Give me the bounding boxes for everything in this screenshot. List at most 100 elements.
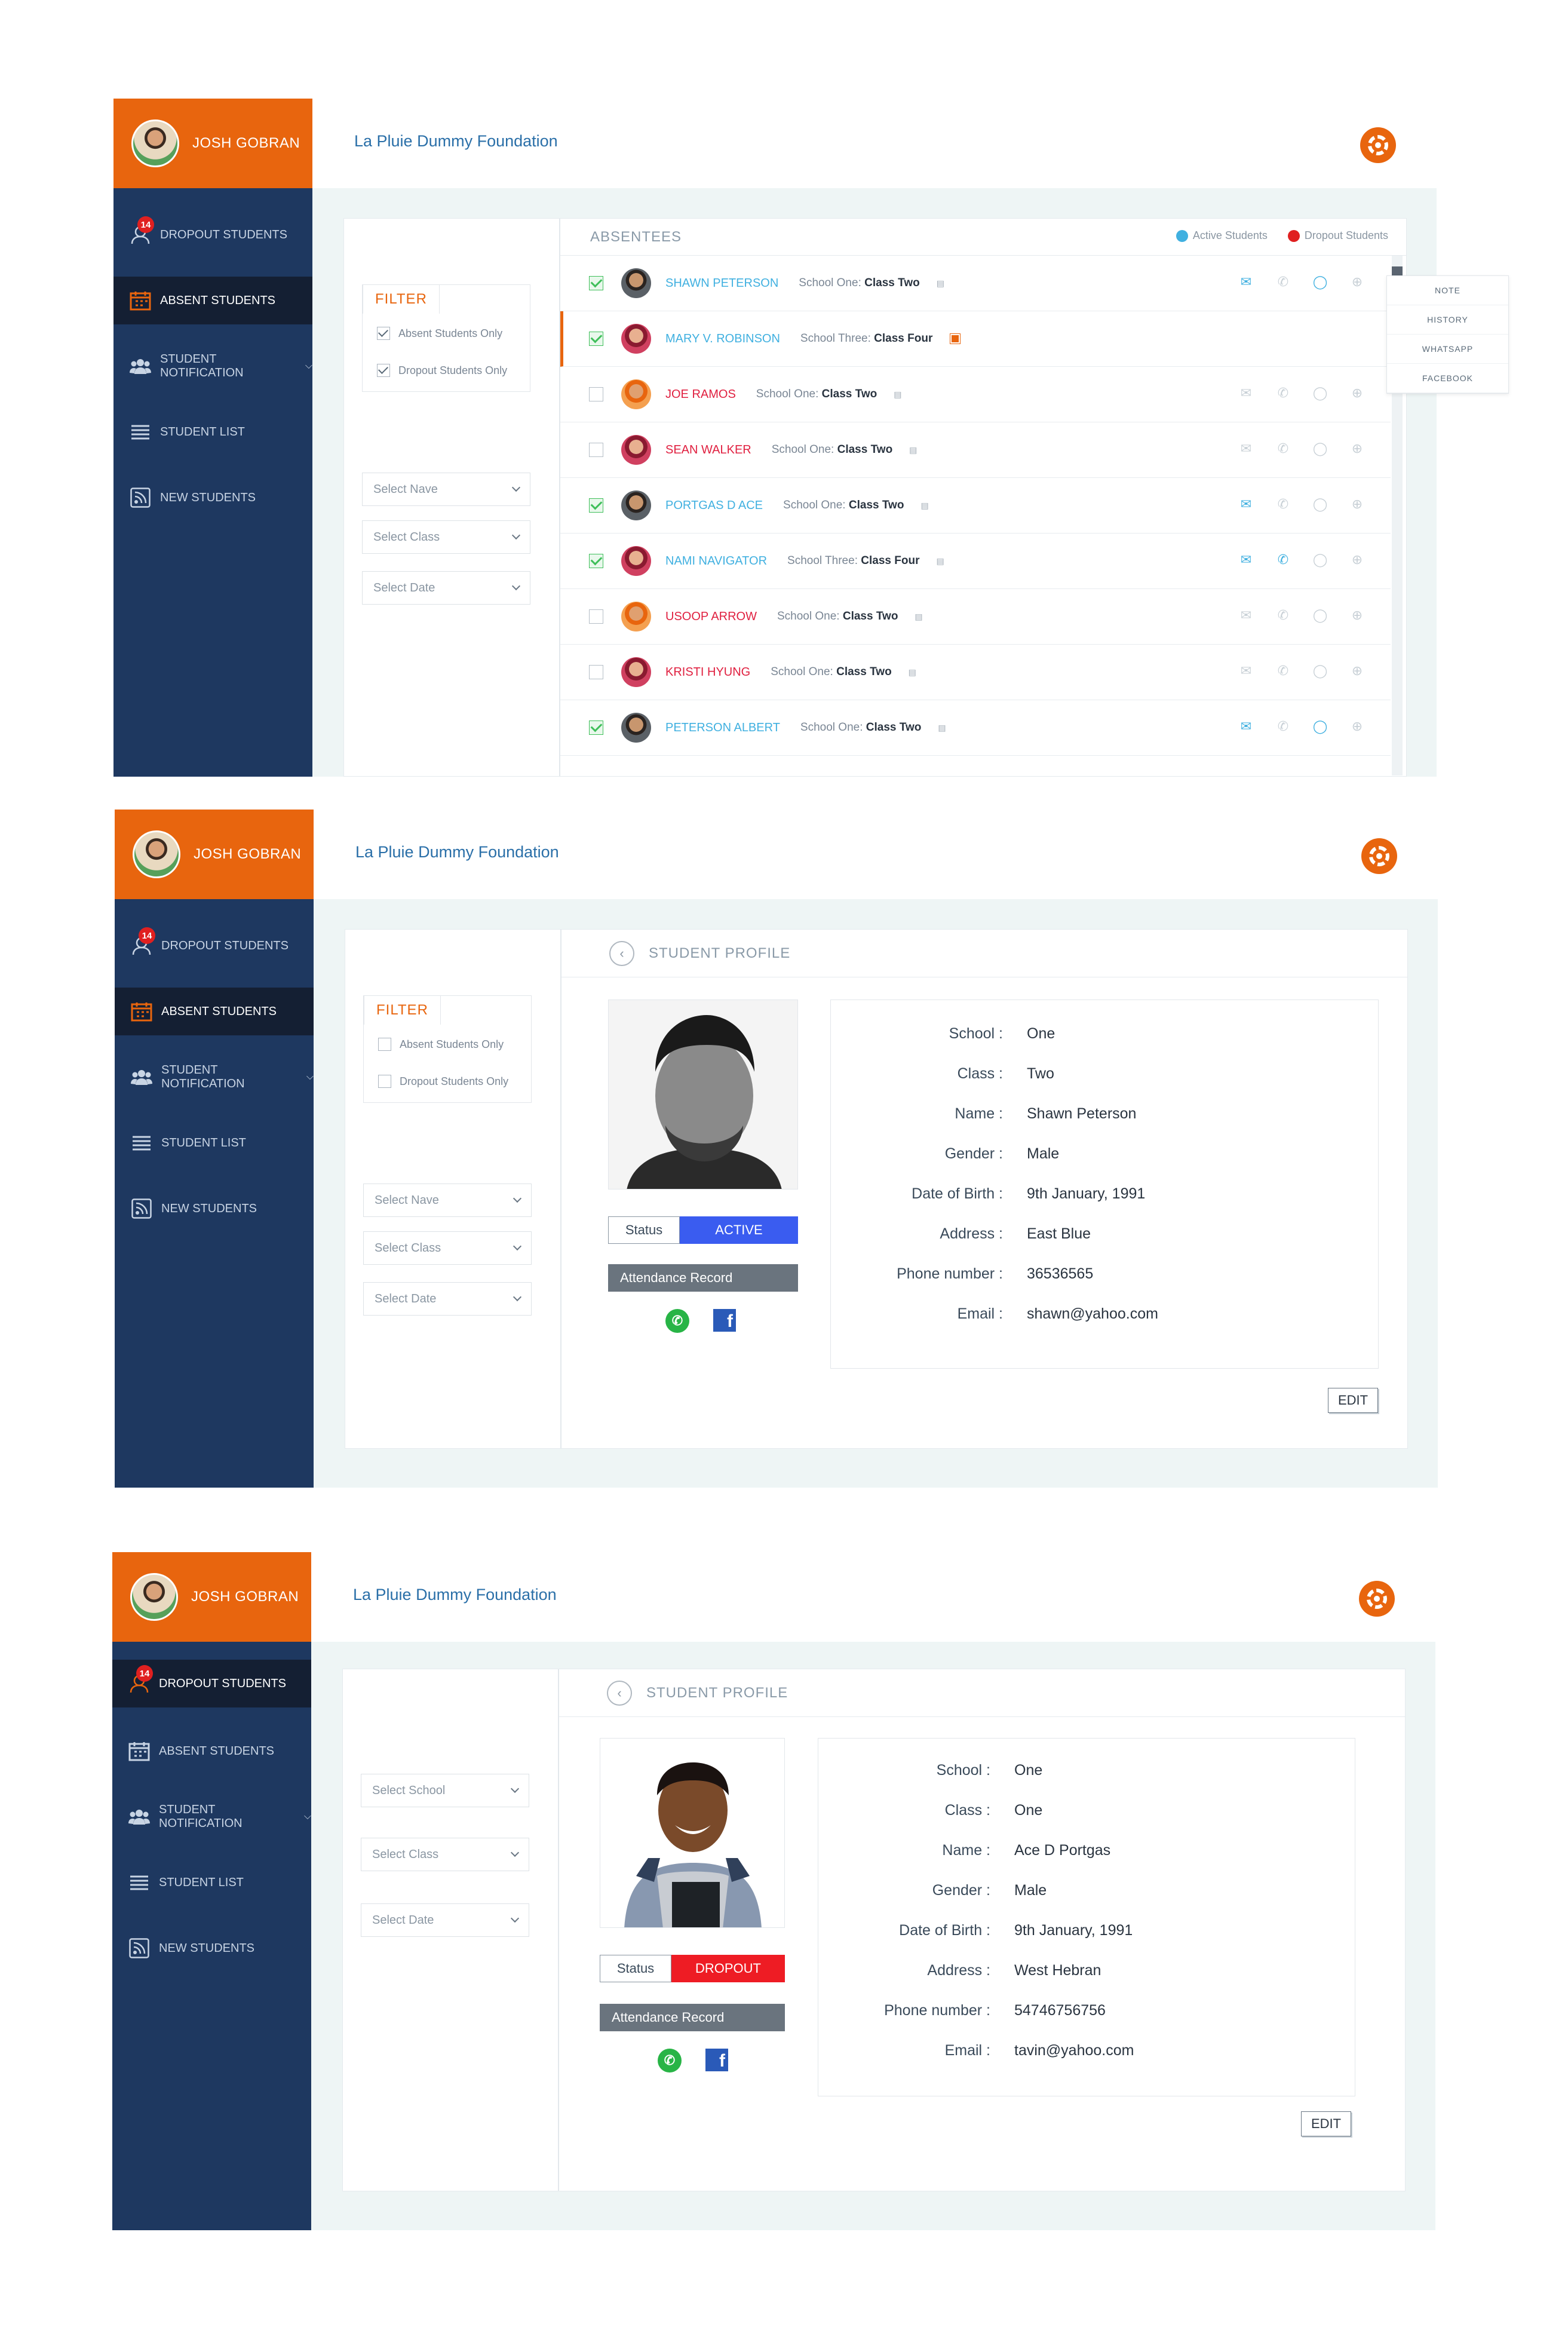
chevron-down-icon[interactable]: ⊕	[1348, 606, 1367, 625]
student-name[interactable]: MARY V. ROBINSON	[665, 332, 780, 346]
absent-only-checkbox[interactable]: Absent Students Only	[378, 1038, 504, 1051]
row-checkbox[interactable]	[589, 443, 603, 457]
comment-icon[interactable]: ▤	[938, 723, 946, 733]
chat-icon[interactable]: ◯	[1311, 384, 1330, 403]
table-row[interactable]: PORTGAS D ACE School One: Class Two ▤ ✉ ✆ ◯ ⊕	[560, 478, 1391, 534]
menu-item-note[interactable]: NOTE	[1387, 276, 1508, 305]
table-row[interactable]: SEAN WALKER School One: Class Two ▤ ✉ ✆ ◯ ⊕	[560, 422, 1391, 478]
sidebar-item-list[interactable]: STUDENT LIST	[115, 1119, 314, 1167]
sidebar-item-notification[interactable]: STUDENT NOTIFICATION ⌵	[112, 1793, 311, 1841]
phone-icon[interactable]: ✆	[1274, 439, 1293, 458]
gear-icon[interactable]	[1359, 1581, 1395, 1617]
select-date-dropdown[interactable]: Select Date	[363, 1282, 532, 1316]
org-title[interactable]: La Pluie Dummy Foundation	[354, 132, 558, 151]
phone-icon[interactable]: ✆	[1274, 495, 1293, 514]
select-school-dropdown[interactable]: Select School	[361, 1774, 529, 1807]
row-checkbox[interactable]	[589, 609, 603, 624]
absent-only-checkbox[interactable]: Absent Students Only	[377, 327, 502, 340]
chat-icon[interactable]: ◯	[1311, 272, 1330, 292]
mail-icon[interactable]: ✉	[1236, 272, 1256, 292]
chat-icon[interactable]: ◯	[1311, 439, 1330, 458]
edit-button[interactable]: EDIT	[1301, 2111, 1351, 2136]
phone-icon[interactable]: ✆	[1274, 717, 1293, 736]
sidebar-item-notification[interactable]: STUDENT NOTIFICATION ⌵	[113, 342, 312, 390]
select-class-dropdown[interactable]: Select Class	[362, 520, 530, 554]
org-title[interactable]: La Pluie Dummy Foundation	[353, 1586, 557, 1604]
sidebar-item-list[interactable]: STUDENT LIST	[113, 408, 312, 456]
phone-icon[interactable]: ✆	[1274, 272, 1293, 292]
select-name-dropdown[interactable]: Select Nave	[362, 473, 530, 506]
sidebar-item-absent[interactable]: ABSENT STUDENTS	[115, 988, 314, 1035]
student-name[interactable]: USOOP ARROW	[665, 610, 757, 624]
chat-icon[interactable]: ◯	[1311, 606, 1330, 625]
back-arrow-icon[interactable]: ‹	[607, 1680, 632, 1706]
mail-icon[interactable]: ✉	[1236, 717, 1256, 736]
sidebar-item-absent[interactable]: ABSENT STUDENTS	[112, 1727, 311, 1775]
chat-icon[interactable]: ◯	[1311, 550, 1330, 569]
attendance-record-button[interactable]: Attendance Record	[600, 2004, 785, 2031]
select-name-dropdown[interactable]: Select Nave	[363, 1184, 532, 1217]
student-name[interactable]: PETERSON ALBERT	[665, 721, 780, 735]
sidebar-item-notification[interactable]: STUDENT NOTIFICATION ⌵	[115, 1053, 314, 1101]
mail-icon[interactable]: ✉	[1236, 495, 1256, 514]
row-checkbox[interactable]	[589, 332, 603, 346]
student-name[interactable]: SHAWN PETERSON	[665, 277, 778, 290]
chevron-down-icon[interactable]: ⊕	[1348, 439, 1367, 458]
facebook-icon[interactable]: f	[705, 2049, 728, 2071]
table-row[interactable]: NAMI NAVIGATOR School Three: Class Four ▤ ✉…	[560, 534, 1391, 589]
comment-icon[interactable]: ▤	[937, 278, 944, 289]
table-row[interactable]: USOOP ARROW School One: Class Two ▤ ✉ ✆ ◯ ⊕	[560, 589, 1391, 645]
menu-item-whatsapp[interactable]: WHATSAPP	[1387, 335, 1508, 364]
chat-icon[interactable]: ◯	[1311, 495, 1330, 514]
table-row[interactable]: JOE RAMOS School One: Class Two ▤ ✉ ✆ ◯ ⊕	[560, 367, 1391, 422]
sidebar-item-dropout[interactable]: 14 DROPOUT STUDENTS	[112, 1660, 311, 1707]
sidebar-item-list[interactable]: STUDENT LIST	[112, 1859, 311, 1906]
chevron-down-icon[interactable]: ⊕	[1348, 384, 1367, 403]
sidebar-item-dropout[interactable]: 14 DROPOUT STUDENTS	[115, 922, 314, 970]
phone-icon[interactable]: ✆	[1274, 550, 1293, 569]
table-row[interactable]: PETERSON ALBERT School One: Class Two ▤ ✉ ✆ ◯…	[560, 700, 1391, 756]
table-row[interactable]: SHAWN PETERSON School One: Class Two ▤ ✉ ✆ ◯ ⊕	[560, 256, 1391, 311]
sidebar-item-absent[interactable]: ABSENT STUDENTS	[113, 277, 312, 324]
dropout-only-checkbox[interactable]: Dropout Students Only	[377, 364, 507, 377]
phone-icon[interactable]: ✆	[1274, 661, 1293, 680]
phone-icon[interactable]: ✆	[1274, 384, 1293, 403]
mail-icon[interactable]: ✉	[1236, 439, 1256, 458]
gear-icon[interactable]	[1361, 838, 1397, 874]
gear-icon[interactable]	[1360, 127, 1396, 163]
whatsapp-icon[interactable]: ✆	[665, 1309, 689, 1333]
menu-item-history[interactable]: HISTORY	[1387, 305, 1508, 335]
row-checkbox[interactable]	[589, 498, 603, 513]
select-date-dropdown[interactable]: Select Date	[361, 1903, 529, 1937]
comment-icon[interactable]: ▤	[894, 390, 901, 400]
mail-icon[interactable]: ✉	[1236, 384, 1256, 403]
row-checkbox[interactable]	[589, 554, 603, 568]
sidebar-item-new[interactable]: NEW STUDENTS	[115, 1185, 314, 1233]
student-name[interactable]: NAMI NAVIGATOR	[665, 554, 767, 568]
chevron-down-icon[interactable]: ⊕	[1348, 272, 1367, 292]
row-checkbox[interactable]	[589, 276, 603, 290]
select-class-dropdown[interactable]: Select Class	[361, 1838, 529, 1871]
comment-icon[interactable]: ▤	[915, 612, 922, 622]
comment-icon[interactable]: ▤	[920, 501, 928, 511]
mail-icon[interactable]: ✉	[1236, 661, 1256, 680]
comment-icon[interactable]: ▤	[909, 667, 916, 677]
menu-item-facebook[interactable]: FACEBOOK	[1387, 364, 1508, 393]
dropout-only-checkbox[interactable]: Dropout Students Only	[378, 1075, 508, 1088]
edit-button[interactable]: EDIT	[1328, 1388, 1378, 1413]
user-box[interactable]: JOSH GOBRAN	[112, 1552, 311, 1642]
back-arrow-icon[interactable]: ‹	[609, 940, 634, 966]
mail-icon[interactable]: ✉	[1236, 550, 1256, 569]
chat-icon[interactable]: ◯	[1311, 661, 1330, 680]
comment-icon[interactable]: ▤	[909, 445, 917, 455]
student-name[interactable]: KRISTI HYUNG	[665, 666, 750, 679]
flag-icon[interactable]	[950, 333, 961, 344]
chevron-down-icon[interactable]: ⊕	[1348, 661, 1367, 680]
table-row[interactable]: MARY V. ROBINSON School Three: Class Four	[560, 311, 1391, 367]
student-name[interactable]: JOE RAMOS	[665, 388, 736, 401]
user-box[interactable]: JOSH GOBRAN	[115, 810, 314, 899]
chevron-down-icon[interactable]: ⊕	[1348, 717, 1367, 736]
sidebar-item-new[interactable]: NEW STUDENTS	[112, 1924, 311, 1972]
facebook-icon[interactable]: f	[713, 1309, 736, 1332]
row-checkbox[interactable]	[589, 665, 603, 679]
